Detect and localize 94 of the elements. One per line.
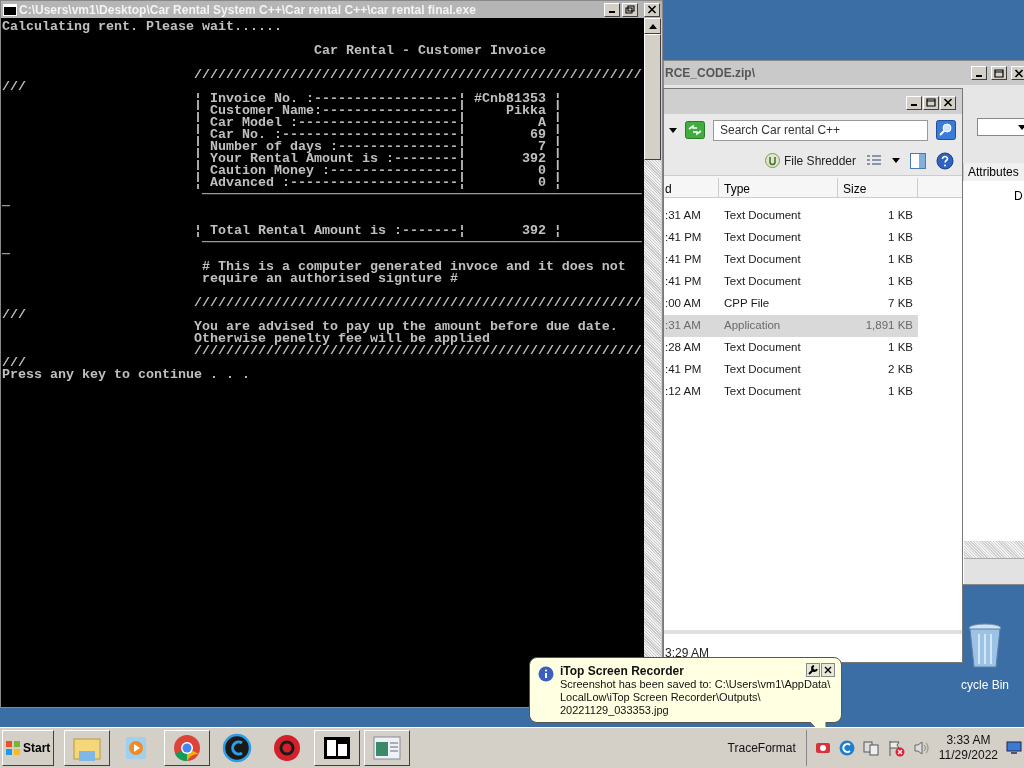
table-cell-text: 1 KB (887, 208, 913, 224)
table-cell-text: Text Document (723, 252, 802, 268)
maximize-button[interactable] (923, 95, 939, 110)
info-icon (538, 666, 554, 682)
max-icon (926, 98, 936, 107)
caret-icon[interactable] (892, 158, 900, 163)
clock-date: 11/29/2022 (938, 748, 998, 763)
scrollbar-thumb[interactable] (644, 34, 661, 160)
search-icon[interactable] (936, 120, 956, 140)
table-cell-text: 2 KB (887, 362, 913, 378)
column-header[interactable]: d (664, 178, 719, 197)
refresh-icon[interactable] (685, 121, 705, 139)
window-title: C:\Users\vm1\Desktop\Car Rental System C++\Car rental C++\car rental final.exe (19, 1, 477, 19)
table-cell-text: Text Document (723, 384, 802, 400)
table-cell-text: Text Document (723, 340, 802, 356)
settings-button[interactable] (806, 663, 820, 677)
status-bar (964, 558, 1024, 584)
file-row[interactable]: :28 AM Text Document 1 KB (664, 337, 918, 359)
window-title: RCE_CODE.zip\ (665, 65, 756, 82)
shredder-icon (764, 153, 780, 168)
table-cell-text: :28 AM (664, 340, 702, 356)
table-cell-text: :41 PM (664, 274, 703, 290)
table-cell-text: 1 KB (887, 230, 913, 246)
clock-time: 3:33 AM (946, 733, 991, 748)
close-icon (1014, 68, 1024, 78)
table-cell-text: CPP File (723, 296, 771, 312)
minimize-button[interactable] (971, 66, 987, 80)
table-cell-text: :12 AM (664, 384, 702, 400)
column-header[interactable]: Attributes (963, 163, 1024, 181)
close-icon (943, 98, 953, 107)
table-cell-text: :00 AM (664, 296, 702, 312)
max-icon (994, 68, 1004, 78)
column-header[interactable]: Size (838, 178, 918, 197)
folder-icon[interactable] (64, 730, 110, 766)
details-text: 3:29 AM (665, 646, 710, 660)
caret-icon (1018, 124, 1024, 130)
minimize-button[interactable] (604, 2, 620, 17)
close-icon (647, 5, 657, 14)
file-row[interactable]: :41 PM Text Document 1 KB (664, 227, 918, 249)
maximize-button[interactable] (991, 66, 1007, 80)
table-cell-text: Text Document (723, 274, 802, 290)
close-button[interactable] (821, 663, 835, 677)
restore-icon (625, 5, 635, 14)
start-button[interactable]: Start (2, 730, 54, 766)
table-cell-text: D (1014, 188, 1023, 205)
table-cell-text: 1 KB (887, 384, 913, 400)
search-field[interactable]: Search Car rental C++ (713, 119, 928, 141)
table-cell-text: :31 AM (664, 208, 702, 224)
file-row[interactable]: :41 PM Text Document 2 KB (664, 359, 918, 381)
file-row[interactable]: :31 AM Text Document 1 KB (664, 205, 918, 227)
table-cell-text: Application (723, 318, 782, 334)
windows-logo-icon (5, 740, 21, 756)
restore-button[interactable] (622, 2, 638, 17)
dropdown-field[interactable] (977, 118, 1024, 136)
file-row[interactable]: :41 PM Text Document 1 KB (664, 271, 918, 293)
table-cell-text: 1 KB (887, 252, 913, 268)
table-cell-text: 1 KB (887, 340, 913, 356)
minimize-button[interactable] (906, 95, 922, 110)
table-cell-text: :41 PM (664, 362, 703, 378)
min-icon (976, 74, 982, 77)
table-cell-text: 1,891 KB (864, 318, 913, 334)
browser-icon[interactable] (164, 730, 210, 766)
caret-icon[interactable] (669, 127, 677, 133)
table-cell-text: 7 KB (887, 296, 913, 312)
file-row[interactable]: :12 AM Text Document 1 KB (664, 381, 918, 403)
table-cell-text: :31 AM (664, 318, 702, 334)
file-shredder-button[interactable]: File Shredder (764, 151, 856, 170)
notification-message: Screenshot has been saved to: C:\Users\vm1\AppData\ LocalLow\iTop Screen Recorder\Outputs\ 20221129_033353.jpg (560, 678, 831, 717)
notification-title: iTop Screen Recorder (560, 664, 684, 678)
tray-label: TraceFormat (727, 740, 796, 757)
window-icon[interactable] (364, 730, 410, 766)
table-cell-text: Text Document (723, 362, 802, 378)
help-icon[interactable] (936, 151, 954, 170)
table-cell-text: Text Document (723, 208, 802, 224)
preview-pane-icon[interactable] (910, 152, 926, 169)
file-row[interactable]: :00 AM CPP File 7 KB (664, 293, 918, 315)
recycle-bin-label: cycle Bin (961, 677, 1010, 694)
flag-icon[interactable] (886, 739, 905, 757)
table-cell-text: 1 KB (887, 274, 913, 290)
monitor-icon[interactable] (1006, 741, 1022, 755)
table-cell-text: Text Document (723, 230, 802, 246)
column-header[interactable]: Type (719, 178, 838, 197)
table-cell-text: :41 PM (664, 252, 703, 268)
file-row[interactable]: :31 AM Application 1,891 KB (664, 315, 918, 337)
console-icon (3, 3, 17, 16)
wrench-icon (808, 665, 818, 675)
close-icon (824, 666, 832, 674)
recorder-icon[interactable] (814, 741, 831, 755)
table-cell-text: :41 PM (664, 230, 703, 246)
console-output: Calculating rent. Please wait...... Car Rental - Customer Invoice //////////////////////////////////////////////////////// /// ¦ Invoice No. :------------------¦ #Cnb81353 ¦ ¦ Customer Name:-----------------¦ Pikka ¦ ¦ Car Model :--------------------¦ A ¦ ¦ Car No. :----------------------¦ 69 ¦ ¦ Number of days :---------------¦ 7 ¦ ¦ Your Rental Amount is :--------¦ 392 ¦ ¦ Caution Money :----------------¦ 0 ¦ ¦ Advanced :---------------------¦ 0 ¦ ─────────────────────────────────────────────────────── ─ ¦ Total Rental Amount is :-------¦ 392 ¦ ─────────────────────────────────────────────────────── ─ # This is a computer generated invoce and it does not require an authorised signture # //////////////////////////////////////////////////////// /// You are advised to pay up the amount before due date. Otherwise penelty fee will be applied //////////////////////////////////////////////////////// /// Press any key to continue . . . (1, 18, 643, 381)
scroll-up-icon[interactable] (648, 23, 657, 29)
file-row[interactable]: :41 PM Text Document 1 KB (664, 249, 918, 271)
network-icon[interactable] (862, 740, 879, 756)
horizontal-scrollbar (964, 541, 1024, 558)
